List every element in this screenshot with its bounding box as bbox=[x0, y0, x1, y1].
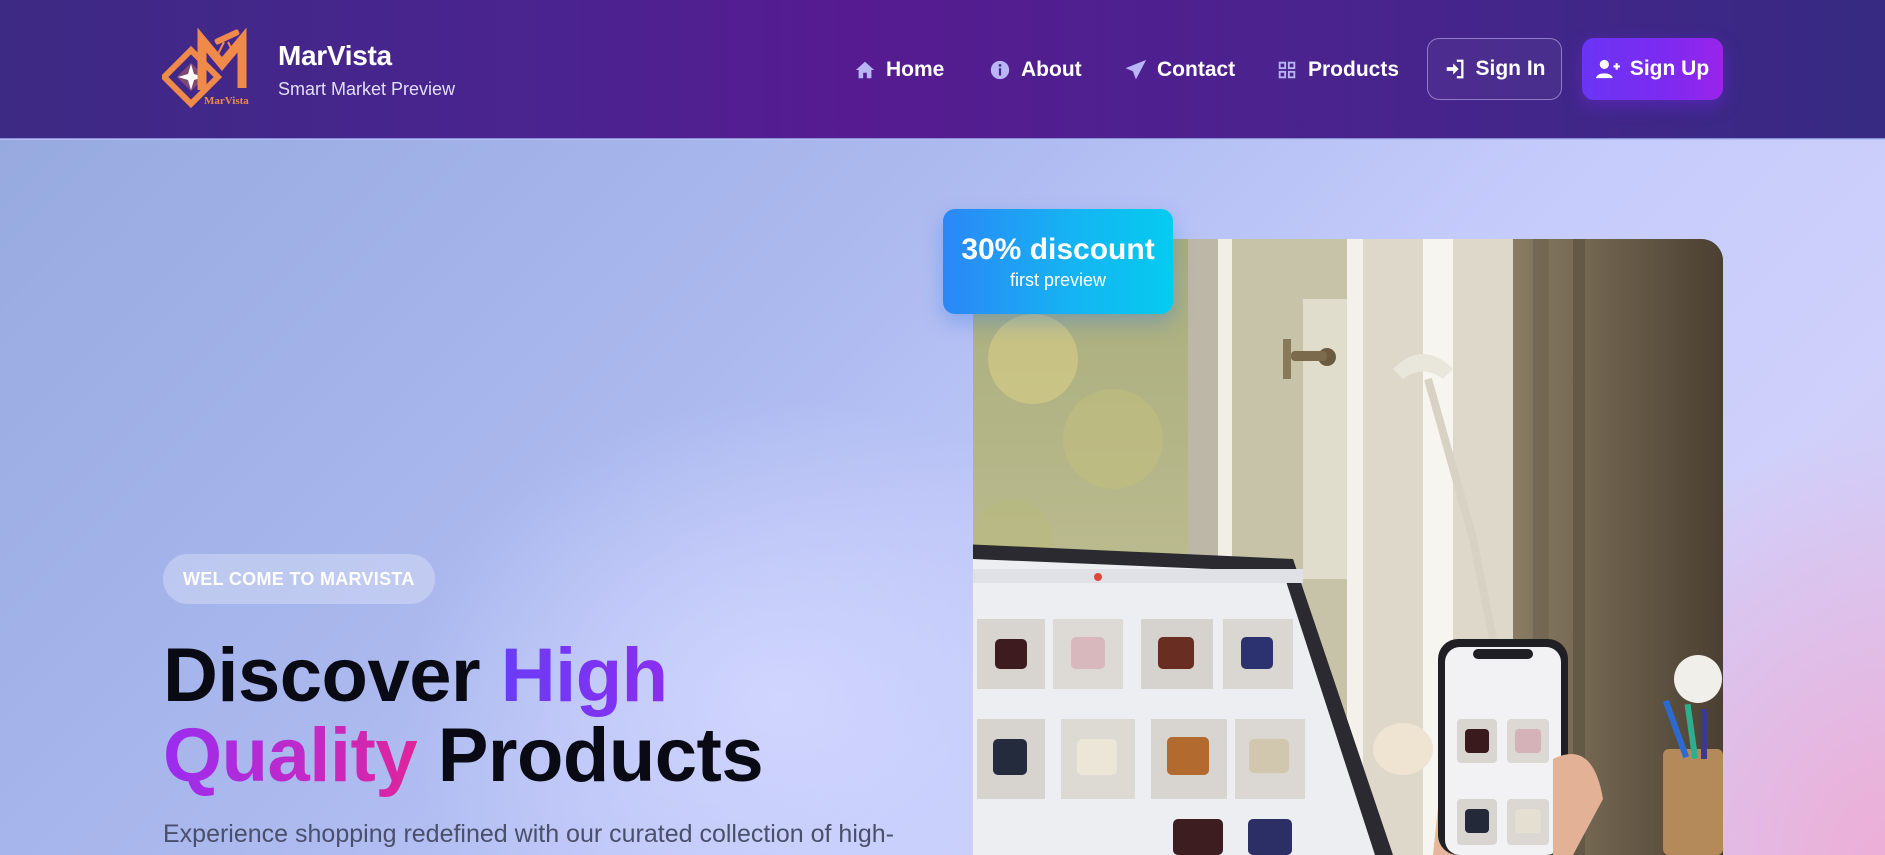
brand-name[interactable]: MarVista bbox=[278, 40, 392, 72]
sign-up-label: Sign Up bbox=[1629, 57, 1710, 80]
welcome-badge: WEL COME TO MARVISTA bbox=[163, 554, 435, 604]
hero-description: Experience shopping redefined with our c… bbox=[163, 820, 895, 848]
discount-title: 30% discount bbox=[961, 233, 1155, 266]
hero-headline: Discover High Quality Products bbox=[163, 633, 764, 798]
grid-icon bbox=[1278, 61, 1296, 79]
sign-up-button[interactable]: Sign Up bbox=[1582, 38, 1723, 100]
sign-in-button[interactable]: Sign In bbox=[1427, 38, 1562, 100]
logo-text: MarVista bbox=[204, 95, 249, 107]
discount-badge: 30% discount first preview bbox=[943, 209, 1173, 314]
paper-plane-icon bbox=[1125, 59, 1147, 80]
nav-contact[interactable]: Contact bbox=[1125, 54, 1235, 86]
headline-word-products: Products bbox=[417, 713, 764, 798]
nav-contact-label: Contact bbox=[1157, 58, 1236, 81]
info-icon bbox=[990, 60, 1010, 80]
nav-products-label: Products bbox=[1308, 58, 1400, 81]
nav-products[interactable]: Products bbox=[1276, 54, 1399, 86]
hero-image bbox=[973, 239, 1723, 855]
nav-home-label: Home bbox=[886, 58, 945, 81]
nav-about[interactable]: About bbox=[989, 54, 1082, 86]
sign-in-icon bbox=[1446, 59, 1463, 79]
headline-word-discover: Discover bbox=[163, 633, 501, 718]
nav-home[interactable]: Home bbox=[854, 54, 944, 86]
discount-subtitle: first preview bbox=[1009, 270, 1107, 290]
marvista-logo[interactable]: MarVista bbox=[162, 28, 264, 110]
top-navbar: MarVista MarVista Smart Market Preview H… bbox=[0, 0, 1885, 139]
sign-in-label: Sign In bbox=[1475, 57, 1546, 80]
headline-word-quality: Quality bbox=[163, 713, 418, 798]
brand-tagline: Smart Market Preview bbox=[278, 79, 456, 99]
user-plus-icon bbox=[1595, 59, 1620, 79]
nav-about-label: About bbox=[1021, 58, 1082, 81]
hero-illustration bbox=[973, 239, 1723, 855]
headline-word-high: High bbox=[500, 633, 668, 718]
home-icon bbox=[855, 61, 875, 79]
